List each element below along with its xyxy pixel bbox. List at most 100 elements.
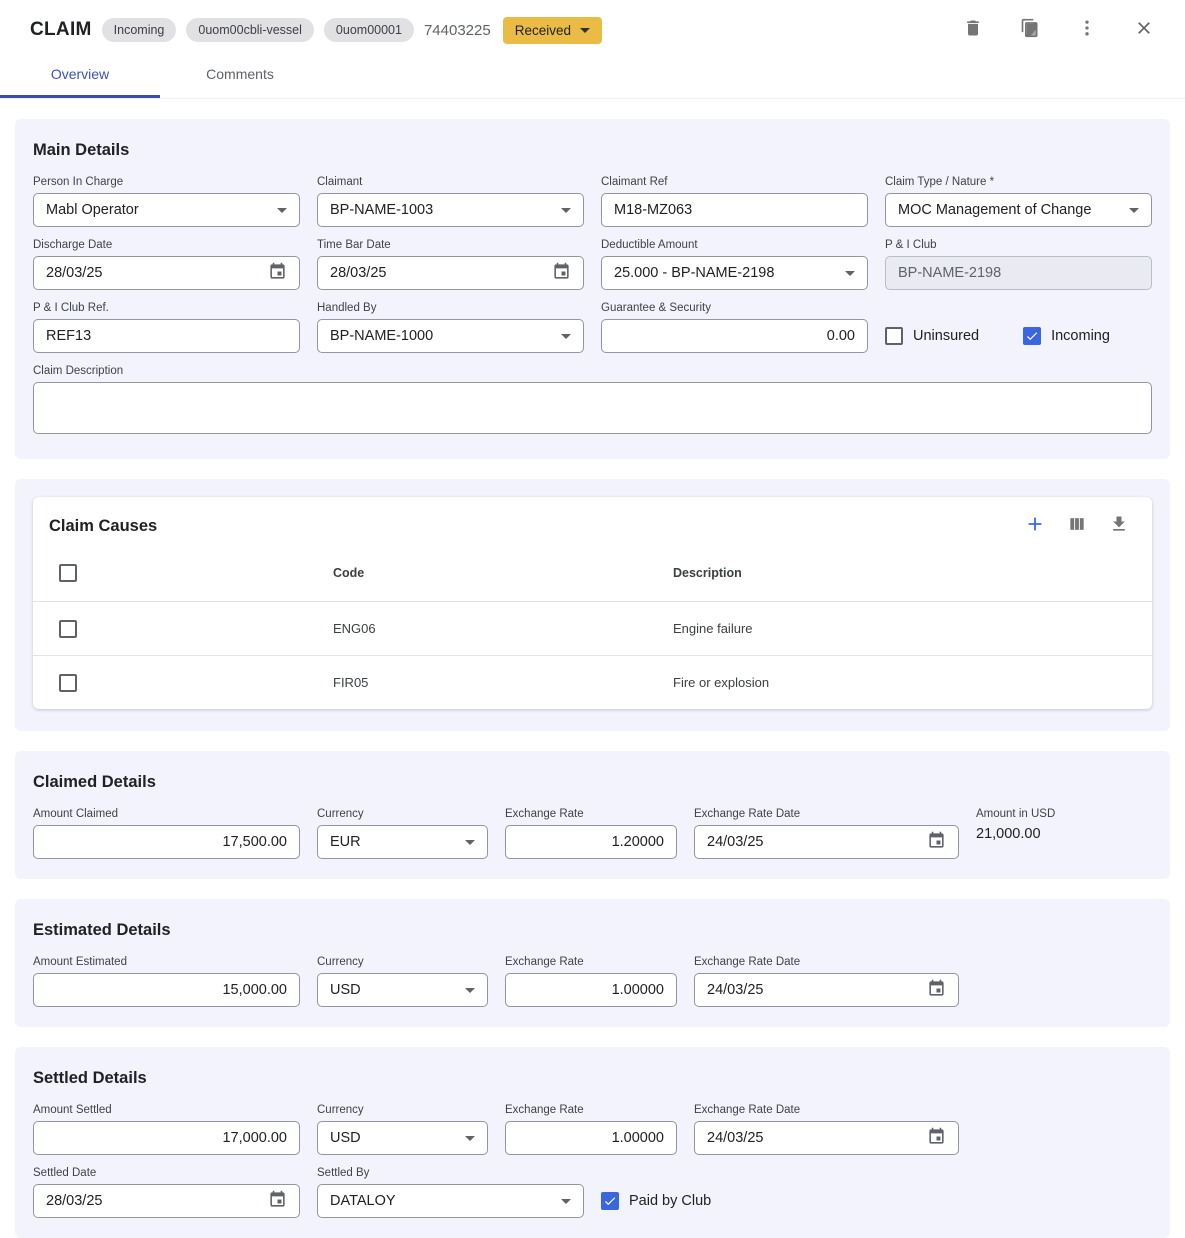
status-label: Received bbox=[515, 23, 571, 38]
paid-by-club-cell: Paid by Club bbox=[601, 1167, 868, 1218]
field-label: Currency bbox=[317, 956, 488, 968]
section-title-settled-details: Settled Details bbox=[33, 1063, 1152, 1092]
settled-currency-select[interactable]: USD bbox=[317, 1121, 488, 1155]
settled-date-input[interactable]: 28/03/25 bbox=[33, 1184, 300, 1218]
select-all-checkbox[interactable] bbox=[59, 564, 77, 582]
chevron-down-icon bbox=[561, 334, 571, 339]
pi-club-ref-input[interactable] bbox=[33, 319, 300, 353]
row-checkbox[interactable] bbox=[59, 674, 77, 692]
calendar-icon[interactable] bbox=[919, 979, 946, 1002]
claimant-ref-field: Claimant Ref bbox=[601, 176, 868, 227]
handled-by-select[interactable]: BP-NAME-1000 bbox=[317, 319, 584, 353]
incoming-checkbox[interactable]: Incoming bbox=[1023, 327, 1110, 345]
claimed-exchange-rate-input[interactable] bbox=[505, 825, 677, 859]
field-label: Person In Charge bbox=[33, 176, 300, 188]
chevron-down-icon bbox=[277, 208, 287, 213]
field-label: Amount Settled bbox=[33, 1104, 300, 1116]
claimant-ref-input[interactable] bbox=[601, 193, 868, 227]
claimant-select[interactable]: BP-NAME-1003 bbox=[317, 193, 584, 227]
copy-icon bbox=[1020, 18, 1040, 43]
paid-by-club-checkbox[interactable]: Paid by Club bbox=[601, 1192, 711, 1210]
chevron-down-icon bbox=[465, 840, 475, 845]
table-row[interactable]: FIR05 Fire or explosion bbox=[33, 655, 1152, 709]
claimed-exchange-rate-date-input[interactable]: 24/03/25 bbox=[694, 825, 959, 859]
claim-type-select[interactable]: MOC Management of Change bbox=[885, 193, 1152, 227]
estimated-details-section: Estimated Details Amount Estimated Curre… bbox=[15, 899, 1170, 1027]
amount-settled-input[interactable] bbox=[33, 1121, 300, 1155]
add-row-button[interactable] bbox=[1022, 513, 1048, 539]
settled-by-select[interactable]: DATALOY bbox=[317, 1184, 584, 1218]
time-bar-date-input[interactable]: 28/03/25 bbox=[317, 256, 584, 290]
amount-estimated-input[interactable] bbox=[33, 973, 300, 1007]
settled-exchange-rate-input[interactable] bbox=[505, 1121, 677, 1155]
cell-code: ENG06 bbox=[333, 621, 673, 636]
field-label: Claim Description bbox=[33, 365, 1152, 377]
calendar-icon[interactable] bbox=[260, 262, 287, 285]
copy-button[interactable] bbox=[1011, 14, 1049, 46]
claimant-field: Claimant BP-NAME-1003 bbox=[317, 176, 584, 227]
status-dropdown[interactable]: Received bbox=[503, 17, 602, 44]
deductible-amount-select[interactable]: 25.000 - BP-NAME-2198 bbox=[601, 256, 868, 290]
select-value: MOC Management of Change bbox=[898, 202, 1121, 218]
claimed-details-section: Claimed Details Amount Claimed Currency … bbox=[15, 751, 1170, 879]
settled-details-section: Settled Details Amount Settled Currency … bbox=[15, 1047, 1170, 1238]
vessel-badge: 0uom00cbli-vessel bbox=[186, 18, 314, 42]
select-value: USD bbox=[330, 1130, 457, 1146]
estimated-exchange-rate-input[interactable] bbox=[505, 973, 677, 1007]
claim-description-textarea[interactable] bbox=[33, 382, 1152, 434]
column-header-code: Code bbox=[333, 566, 673, 580]
more-options-button[interactable] bbox=[1068, 14, 1106, 46]
settled-date-field: Settled Date 28/03/25 bbox=[33, 1167, 300, 1218]
claim-causes-title: Claim Causes bbox=[49, 517, 157, 536]
table-row[interactable]: ENG06 Engine failure bbox=[33, 601, 1152, 655]
field-label: Settled By bbox=[317, 1167, 584, 1179]
tab-comments[interactable]: Comments bbox=[160, 52, 320, 98]
delete-button[interactable] bbox=[954, 14, 992, 46]
download-button[interactable] bbox=[1106, 513, 1132, 539]
add-icon bbox=[1024, 513, 1046, 540]
row-checkbox[interactable] bbox=[59, 620, 77, 638]
claimed-currency-select[interactable]: EUR bbox=[317, 825, 488, 859]
select-value: USD bbox=[330, 982, 457, 998]
calendar-icon[interactable] bbox=[919, 831, 946, 854]
estimated-exchange-rate-date-field: Exchange Rate Date 24/03/25 bbox=[694, 956, 959, 1007]
direction-badge: Incoming bbox=[102, 18, 177, 42]
close-button[interactable] bbox=[1125, 14, 1163, 46]
uninsured-checkbox[interactable]: Uninsured bbox=[885, 327, 979, 345]
person-in-charge-field: Person In Charge Mabl Operator bbox=[33, 176, 300, 227]
field-label: Exchange Rate bbox=[505, 808, 677, 820]
person-in-charge-select[interactable]: Mabl Operator bbox=[33, 193, 300, 227]
chevron-down-icon bbox=[465, 988, 475, 993]
field-label: Claimant bbox=[317, 176, 584, 188]
table-header-row: Code Description bbox=[33, 545, 1152, 601]
settled-by-field: Settled By DATALOY bbox=[317, 1167, 584, 1218]
amount-claimed-input[interactable] bbox=[33, 825, 300, 859]
guarantee-security-input[interactable] bbox=[601, 319, 868, 353]
field-label: Amount Estimated bbox=[33, 956, 300, 968]
calendar-icon[interactable] bbox=[544, 262, 571, 285]
date-value: 24/03/25 bbox=[707, 834, 919, 850]
tab-overview[interactable]: Overview bbox=[0, 52, 160, 98]
settled-exchange-rate-date-input[interactable]: 24/03/25 bbox=[694, 1121, 959, 1155]
chevron-down-icon bbox=[465, 1136, 475, 1141]
flags-cell: Uninsured Incoming bbox=[885, 302, 1152, 353]
handled-by-field: Handled By BP-NAME-1000 bbox=[317, 302, 584, 353]
estimated-currency-select[interactable]: USD bbox=[317, 973, 488, 1007]
claim-number: 74403225 bbox=[424, 22, 491, 39]
pi-club-readonly: BP-NAME-2198 bbox=[885, 256, 1152, 290]
field-label: Claim Type / Nature * bbox=[885, 176, 1152, 188]
estimated-exchange-rate-date-input[interactable]: 24/03/25 bbox=[694, 973, 959, 1007]
chevron-down-icon bbox=[580, 28, 590, 33]
chevron-down-icon bbox=[561, 208, 571, 213]
calendar-icon[interactable] bbox=[919, 1127, 946, 1150]
discharge-date-input[interactable]: 28/03/25 bbox=[33, 256, 300, 290]
calendar-icon[interactable] bbox=[260, 1190, 287, 1213]
field-label: P & I Club Ref. bbox=[33, 302, 300, 314]
main-details-section: Main Details Person In Charge Mabl Opera… bbox=[15, 119, 1170, 459]
amount-claimed-field: Amount Claimed bbox=[33, 808, 300, 859]
select-value: 25.000 - BP-NAME-2198 bbox=[614, 265, 837, 281]
field-label: Deductible Amount bbox=[601, 239, 868, 251]
field-label: Settled Date bbox=[33, 1167, 300, 1179]
download-icon bbox=[1109, 514, 1129, 539]
columns-button[interactable] bbox=[1064, 513, 1090, 539]
